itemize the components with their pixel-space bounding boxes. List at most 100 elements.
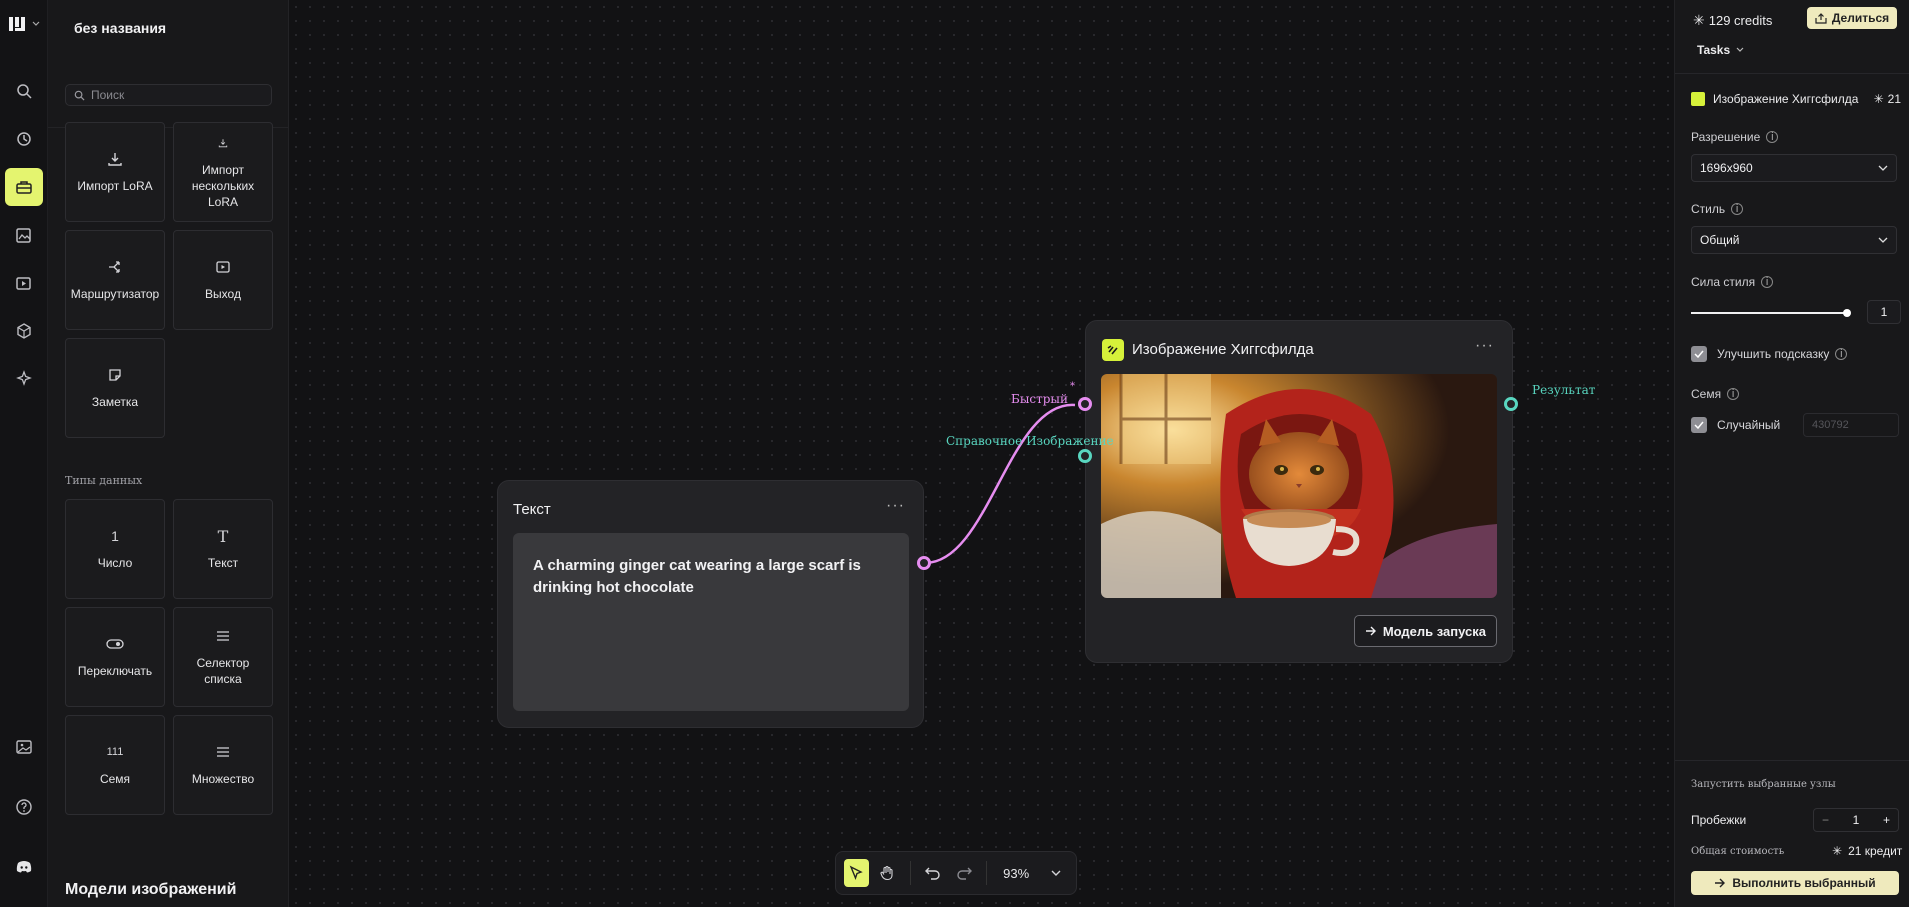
discord-icon[interactable]: [5, 848, 43, 886]
more-menu-button[interactable]: ···: [1475, 337, 1494, 355]
info-icon[interactable]: i: [1761, 276, 1774, 288]
runs-stepper[interactable]: − 1 +: [1813, 808, 1899, 832]
download-small-icon: [214, 134, 232, 152]
toolbar-divider: [909, 861, 911, 885]
video-icon[interactable]: [5, 264, 43, 302]
checkmark-icon: [1694, 421, 1704, 429]
prompt-input-port[interactable]: [1078, 397, 1092, 411]
share-label: Делиться: [1831, 11, 1890, 25]
divider: [1675, 760, 1909, 761]
increment-button[interactable]: +: [1883, 813, 1890, 827]
toggle-icon: [106, 635, 124, 653]
tile-text[interactable]: T Текст: [173, 499, 273, 599]
more-menu-button[interactable]: ···: [886, 497, 905, 515]
info-icon[interactable]: i: [1835, 348, 1848, 360]
prompt-port-label: Быстрый: [1011, 392, 1068, 406]
redo-button[interactable]: [951, 859, 976, 887]
sparkle-icon[interactable]: [5, 360, 43, 398]
hand-tool-button[interactable]: [875, 859, 900, 887]
tile-output[interactable]: Выход: [173, 230, 273, 330]
brand-logo[interactable]: [8, 14, 40, 34]
execute-selected-button[interactable]: Выполнить выбранный: [1691, 871, 1899, 895]
tile-seed[interactable]: 111 Семя: [65, 715, 165, 815]
info-icon[interactable]: i: [1731, 203, 1744, 215]
resolution-label: Разрешение i: [1691, 130, 1779, 144]
select-tool-button[interactable]: [844, 859, 869, 887]
resolution-select[interactable]: 1696x960: [1691, 154, 1897, 182]
style-strength-input[interactable]: 1: [1867, 300, 1901, 324]
run-selected-label: Запустить выбранные узлы: [1691, 779, 1836, 790]
reference-image-input-port[interactable]: [1078, 449, 1092, 463]
tile-label: Множество: [191, 772, 255, 786]
router-icon: [106, 258, 124, 276]
node-title: Текст: [513, 501, 551, 518]
workflow-canvas[interactable]: Текст ··· A charming ginger cat wearing …: [289, 0, 1674, 907]
credit-star-icon: ✳: [1693, 12, 1705, 28]
image-model-node[interactable]: Изображение Хиггсфилда ··· Модель запуск…: [1085, 320, 1513, 663]
enhance-prompt-checkbox[interactable]: [1691, 346, 1707, 362]
tile-import-multiple-lora[interactable]: Импорт нескольких LoRA: [173, 122, 273, 222]
gallery-icon[interactable]: [5, 728, 43, 766]
chevron-down-icon: [1736, 47, 1744, 52]
tile-label: Импорт LoRA: [77, 179, 153, 193]
seed-random-checkbox[interactable]: [1691, 417, 1707, 433]
generated-image-preview[interactable]: [1101, 374, 1497, 598]
history-icon[interactable]: [5, 120, 43, 158]
icon-rail: [0, 0, 48, 907]
tile-toggle[interactable]: Переключать: [65, 607, 165, 707]
search-input[interactable]: [91, 88, 251, 102]
seed-input[interactable]: 430792: [1803, 413, 1899, 437]
tile-set[interactable]: Множество: [173, 715, 273, 815]
toolbox-icon[interactable]: [5, 168, 43, 206]
image-edit-icon[interactable]: [5, 216, 43, 254]
style-strength-slider[interactable]: [1691, 309, 1851, 317]
tasks-dropdown[interactable]: Tasks: [1697, 43, 1744, 57]
number-icon: 1: [111, 528, 119, 544]
style-label: Стиль i: [1691, 202, 1744, 216]
list-icon: [214, 627, 232, 645]
result-port-label: Результат: [1532, 383, 1596, 397]
total-cost: ✳ 21 кредит: [1832, 844, 1902, 858]
resolution-label-text: Разрешение: [1691, 130, 1761, 144]
tile-router[interactable]: Маршрутизатор: [65, 230, 165, 330]
text-node[interactable]: Текст ··· A charming ginger cat wearing …: [497, 480, 924, 728]
style-label-text: Стиль: [1691, 202, 1726, 216]
undo-button[interactable]: [921, 859, 946, 887]
higgsfield-logo-icon: [1102, 339, 1124, 361]
info-icon[interactable]: i: [1766, 131, 1779, 143]
prompt-textarea[interactable]: A charming ginger cat wearing a large sc…: [513, 533, 909, 711]
credit-star-icon: ✳: [1832, 844, 1843, 858]
runs-label: Пробежки: [1691, 813, 1747, 827]
tile-label: Переключать: [77, 664, 153, 678]
canvas-toolbar: 93%: [835, 851, 1077, 895]
node-title: Изображение Хиггсфилда: [1132, 341, 1314, 358]
result-output-port[interactable]: [1504, 397, 1518, 411]
tile-note[interactable]: Заметка: [65, 338, 165, 438]
required-marker: *: [1070, 381, 1075, 392]
project-title[interactable]: без названия: [74, 20, 166, 36]
library-search[interactable]: [65, 84, 272, 106]
chevron-down-icon: [1051, 870, 1061, 876]
zoom-dropdown-button[interactable]: [1043, 859, 1068, 887]
search-icon[interactable]: [5, 72, 43, 110]
cube-icon[interactable]: [5, 312, 43, 350]
chevron-down-icon: [1878, 237, 1888, 243]
tile-number[interactable]: 1 Число: [65, 499, 165, 599]
share-button[interactable]: Делиться: [1807, 7, 1897, 29]
style-select[interactable]: Общий: [1691, 226, 1897, 254]
model-name: Изображение Хиггсфилда: [1713, 92, 1859, 106]
list-icon: [214, 743, 232, 761]
text-output-port[interactable]: [917, 556, 931, 570]
tile-import-lora[interactable]: Импорт LoRA: [65, 122, 165, 222]
seed-icon: 111: [106, 746, 124, 758]
info-icon[interactable]: i: [1727, 388, 1740, 400]
help-icon[interactable]: [5, 788, 43, 826]
tile-label: Маршрутизатор: [70, 287, 160, 301]
tile-list-selector[interactable]: Селектор списка: [173, 607, 273, 707]
zoom-level[interactable]: 93%: [997, 866, 1037, 881]
slider-knob[interactable]: [1843, 309, 1851, 317]
model-cost: ✳ 21: [1874, 92, 1901, 106]
decrement-button[interactable]: −: [1822, 813, 1829, 827]
reference-image-port-label: Справочное Изображение: [946, 434, 1114, 448]
run-model-button[interactable]: Модель запуска: [1353, 615, 1497, 647]
